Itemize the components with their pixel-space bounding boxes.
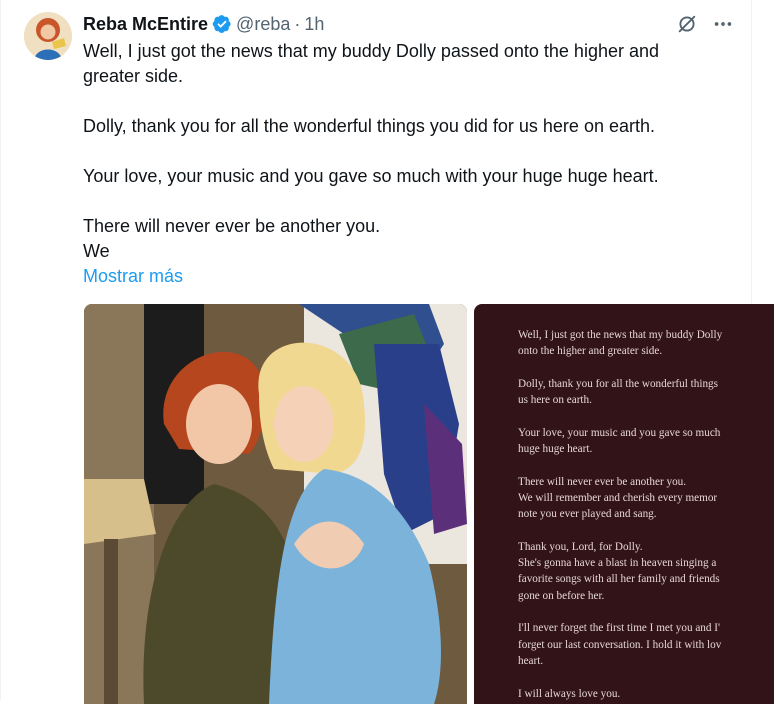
more-icon[interactable] — [712, 13, 734, 35]
statement-line: We will remember and cherish every memor — [518, 491, 718, 504]
statement-paragraph: I'll never forget the first time I met y… — [518, 620, 774, 669]
tweet-line: Well, I just got the news that my buddy … — [83, 41, 659, 61]
tweet-line: Dolly, thank you for all the wonderful t… — [83, 116, 655, 136]
statement-media[interactable]: Well, I just got the news that my buddy … — [474, 304, 774, 704]
statement-line: She's gonna have a blast in heaven singi… — [518, 557, 717, 570]
statement-line: I will always love you. — [518, 687, 621, 700]
photo-image — [84, 304, 467, 704]
statement-line: Dolly, thank you for all the wonderful t… — [518, 377, 718, 390]
tweet-line: greater side. — [83, 66, 184, 86]
tweet-paragraph: Well, I just got the news that my buddy … — [83, 39, 733, 89]
tweet-paragraph: Your love, your music and you gave so mu… — [83, 164, 733, 189]
statement-line: note you ever played and sang. — [518, 508, 657, 521]
tweet-line: There will never ever be another you. — [83, 216, 381, 236]
photo-media[interactable] — [84, 304, 467, 704]
tweet-left-border — [0, 0, 1, 700]
tweet-line: Your love, your music and you gave so mu… — [83, 166, 659, 186]
statement-paragraph: Your love, your music and you gave so mu… — [518, 425, 774, 458]
verified-badge-icon — [212, 15, 231, 33]
statement-line: forget our last conversation. I hold it … — [518, 638, 722, 651]
avatar-image — [24, 12, 72, 60]
tweet-line: We — [83, 241, 110, 261]
grok-icon[interactable] — [676, 13, 698, 35]
statement-paragraph: Dolly, thank you for all the wonderful t… — [518, 376, 774, 409]
statement-text: Well, I just got the news that my buddy … — [518, 327, 774, 704]
statement-line: There will never ever be another you. — [518, 475, 687, 488]
timestamp[interactable]: 1h — [304, 14, 324, 35]
tweet-paragraph: There will never ever be another you. We — [83, 214, 733, 264]
statement-line: huge huge heart. — [518, 443, 593, 456]
statement-line: onto the higher and greater side. — [518, 345, 663, 358]
author-handle[interactable]: @reba — [236, 14, 290, 35]
statement-paragraph: There will never ever be another you. We… — [518, 474, 774, 523]
statement-line: us here on earth. — [518, 394, 592, 407]
tweet-paragraph: Dolly, thank you for all the wonderful t… — [83, 114, 733, 139]
statement-line: Thank you, Lord, for Dolly. — [518, 540, 643, 553]
header-actions — [676, 13, 734, 35]
statement-paragraph: Well, I just got the news that my buddy … — [518, 327, 774, 360]
tweet-header: Reba McEntire @reba · 1h — [83, 12, 324, 36]
statement-line: gone on before her. — [518, 589, 605, 602]
statement-line: I'll never forget the first time I met y… — [518, 622, 721, 635]
show-more-link[interactable]: Mostrar más — [83, 266, 183, 286]
author-name[interactable]: Reba McEntire — [83, 14, 208, 35]
statement-paragraph: I will always love you. — [518, 686, 774, 702]
statement-line: Well, I just got the news that my buddy … — [518, 329, 723, 341]
tweet-text: Well, I just got the news that my buddy … — [83, 39, 733, 289]
statement-paragraph: Thank you, Lord, for Dolly. She's gonna … — [518, 539, 774, 604]
avatar[interactable] — [24, 12, 72, 60]
statement-line: heart. — [518, 654, 544, 667]
statement-line: favorite songs with all her family and f… — [518, 573, 720, 586]
header-separator: · — [294, 13, 301, 34]
statement-line: Your love, your music and you gave so mu… — [518, 426, 721, 439]
